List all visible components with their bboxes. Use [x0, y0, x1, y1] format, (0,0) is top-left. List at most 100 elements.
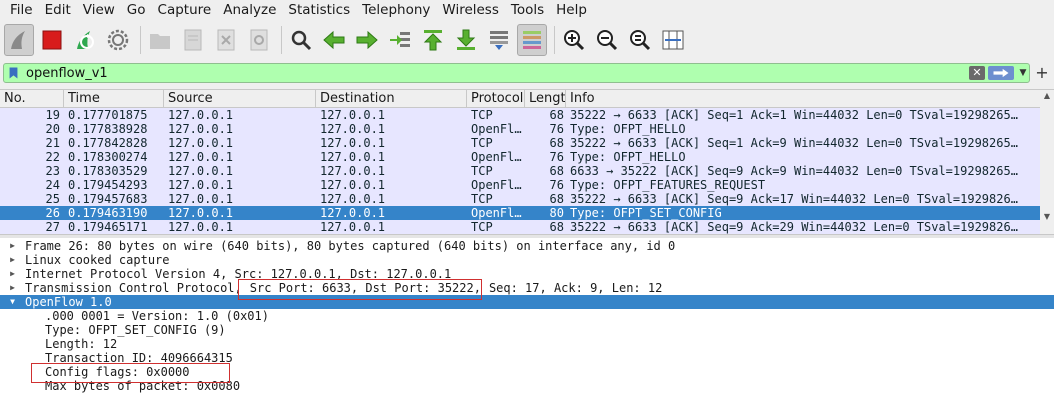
- tree-item-xid[interactable]: Transaction ID: 4096664315: [0, 351, 1054, 365]
- cell-protocol: OpenFl…: [471, 150, 522, 164]
- table-row[interactable]: 27 0.179465171 127.0.0.1 127.0.0.1 TCP 68 3522…: [0, 220, 1040, 234]
- column-header-destination[interactable]: Destination: [316, 90, 467, 107]
- restart-capture-button[interactable]: [70, 24, 100, 56]
- menu-tools[interactable]: Tools: [505, 0, 550, 20]
- cell-info: 35222 → 6633 [ACK] Seq=1 Ack=9 Win=44032…: [570, 136, 1018, 150]
- apply-filter-button[interactable]: [988, 66, 1014, 80]
- find-packet-icon: [291, 30, 312, 50]
- tree-item-config-flags[interactable]: Config flags: 0x0000: [0, 365, 1054, 379]
- tree-item-max-bytes[interactable]: Max bytes of packet: 0x0080: [0, 379, 1054, 393]
- column-header-length[interactable]: Length: [525, 90, 566, 107]
- go-to-packet-button[interactable]: [385, 24, 415, 56]
- go-to-packet-icon: [390, 31, 410, 47]
- tree-item-ip[interactable]: ▶ Internet Protocol Version 4, Src: 127.…: [0, 267, 1054, 281]
- add-filter-button-button[interactable]: +: [1033, 64, 1051, 82]
- filter-bookmark-button[interactable]: [4, 64, 22, 82]
- display-filter-input[interactable]: [22, 64, 969, 82]
- cell-source: 127.0.0.1: [168, 108, 234, 122]
- normal-size-button[interactable]: [625, 24, 655, 56]
- start-capture-button[interactable]: [4, 23, 34, 56]
- zoom-in-button[interactable]: [559, 24, 589, 56]
- menu-capture[interactable]: Capture: [152, 0, 218, 20]
- last-packet-button[interactable]: [451, 24, 481, 56]
- tree-item-version[interactable]: .000 0001 = Version: 1.0 (0x01): [0, 309, 1054, 323]
- cell-info: Type: OFPT_HELLO: [570, 150, 686, 164]
- tree-item-tcp[interactable]: ▶ Transmission Control Protocol, Src Por…: [0, 281, 1054, 295]
- find-packet-button[interactable]: [286, 24, 316, 56]
- go-forward-button[interactable]: [352, 24, 382, 56]
- column-header-time[interactable]: Time: [64, 90, 164, 107]
- menu-file[interactable]: File: [0, 0, 39, 20]
- cell-length: 68: [549, 108, 564, 122]
- table-row[interactable]: 24 0.179454293 127.0.0.1 127.0.0.1 OpenFl… 76…: [0, 178, 1040, 192]
- menu-wireless[interactable]: Wireless: [436, 0, 505, 20]
- column-header-source[interactable]: Source: [164, 90, 316, 107]
- table-row[interactable]: 21 0.177842828 127.0.0.1 127.0.0.1 TCP 68 3522…: [0, 136, 1040, 150]
- colorize-button[interactable]: [517, 23, 547, 56]
- expand-triangle-icon[interactable]: ▶: [0, 253, 25, 267]
- menu-edit[interactable]: Edit: [39, 0, 77, 20]
- cell-length: 68: [549, 192, 564, 206]
- column-header-protocol[interactable]: Protocol: [467, 90, 525, 107]
- go-back-button[interactable]: [319, 24, 349, 56]
- collapse-triangle-icon[interactable]: ▼: [0, 295, 25, 309]
- menu-view[interactable]: View: [77, 0, 121, 20]
- clear-filter-button[interactable]: ✕: [969, 66, 985, 80]
- table-row[interactable]: 23 0.178303529 127.0.0.1 127.0.0.1 TCP 68 6633…: [0, 164, 1040, 178]
- cell-protocol: TCP: [471, 192, 493, 206]
- tree-item-type[interactable]: Type: OFPT_SET_CONFIG (9): [0, 323, 1054, 337]
- scroll-down-icon[interactable]: ▼: [1040, 211, 1054, 223]
- plus-icon: +: [1035, 63, 1049, 82]
- packet-list: No. Time Source Destination Protocol Len…: [0, 89, 1054, 235]
- stop-capture-button[interactable]: [37, 24, 67, 56]
- openflow-summary: OpenFlow 1.0: [25, 295, 112, 309]
- expand-triangle-icon[interactable]: ▶: [0, 267, 25, 281]
- tree-item-frame[interactable]: ▶ Frame 26: 80 bytes on wire (640 bits),…: [0, 239, 1054, 253]
- restart-capture-icon: [77, 30, 94, 49]
- cell-info: 35222 → 6633 [ACK] Seq=9 Ack=29 Win=4403…: [570, 220, 1018, 234]
- save-file-button[interactable]: [178, 24, 208, 56]
- expand-triangle-icon[interactable]: ▶: [0, 281, 25, 295]
- menu-help[interactable]: Help: [550, 0, 593, 20]
- autoscroll-button[interactable]: [484, 24, 514, 56]
- menu-telephony[interactable]: Telephony: [356, 0, 436, 20]
- cell-source: 127.0.0.1: [168, 164, 234, 178]
- cell-source: 127.0.0.1: [168, 122, 234, 136]
- cell-info: Type: OFPT_FEATURES_REQUEST: [570, 178, 766, 192]
- filter-history-dropdown[interactable]: ▼: [1017, 68, 1029, 78]
- tree-item-length[interactable]: Length: 12: [0, 337, 1054, 351]
- menu-go[interactable]: Go: [121, 0, 152, 20]
- column-header-info[interactable]: Info: [566, 90, 1054, 107]
- cell-source: 127.0.0.1: [168, 178, 234, 192]
- shark-fin-start-icon: [11, 30, 25, 49]
- packet-list-scrollbar[interactable]: ▲ ▼: [1040, 90, 1054, 235]
- packet-details: ▶ Frame 26: 80 bytes on wire (640 bits),…: [0, 238, 1054, 406]
- menu-analyze[interactable]: Analyze: [217, 0, 282, 20]
- cell-time: 0.177842828: [68, 136, 148, 150]
- menu-statistics[interactable]: Statistics: [282, 0, 356, 20]
- chevron-down-icon: ▼: [1019, 68, 1027, 78]
- zoom-out-button[interactable]: [592, 24, 622, 56]
- tree-item-openflow[interactable]: ▼ OpenFlow 1.0: [0, 295, 1054, 309]
- expand-triangle-icon[interactable]: ▶: [0, 239, 25, 253]
- save-file-icon: [184, 29, 202, 50]
- table-row[interactable]: 22 0.178300274 127.0.0.1 127.0.0.1 OpenFl… 76…: [0, 150, 1040, 164]
- table-row[interactable]: 26 0.179463190 127.0.0.1 127.0.0.1 OpenFl… 80…: [0, 206, 1040, 220]
- scroll-up-icon[interactable]: ▲: [1040, 90, 1054, 102]
- reload-file-button[interactable]: [244, 24, 274, 56]
- table-row[interactable]: 19 0.177701875 127.0.0.1 127.0.0.1 TCP 68 3522…: [0, 108, 1040, 122]
- first-packet-button[interactable]: [418, 24, 448, 56]
- tree-item-linux-sll[interactable]: ▶ Linux cooked capture: [0, 253, 1054, 267]
- column-header-no[interactable]: No.: [0, 90, 64, 107]
- table-row[interactable]: 20 0.177838928 127.0.0.1 127.0.0.1 OpenFl… 76…: [0, 122, 1040, 136]
- cell-no: 23: [45, 164, 60, 178]
- table-row[interactable]: 25 0.179457683 127.0.0.1 127.0.0.1 TCP 68 3522…: [0, 192, 1040, 206]
- resize-columns-button[interactable]: [658, 24, 688, 56]
- open-file-button[interactable]: [145, 24, 175, 56]
- capture-options-button[interactable]: [103, 24, 133, 56]
- cell-protocol: TCP: [471, 136, 493, 150]
- close-file-button[interactable]: [211, 24, 241, 56]
- cell-time: 0.177838928: [68, 122, 148, 136]
- cell-protocol: TCP: [471, 220, 493, 234]
- cell-time: 0.178300274: [68, 150, 148, 164]
